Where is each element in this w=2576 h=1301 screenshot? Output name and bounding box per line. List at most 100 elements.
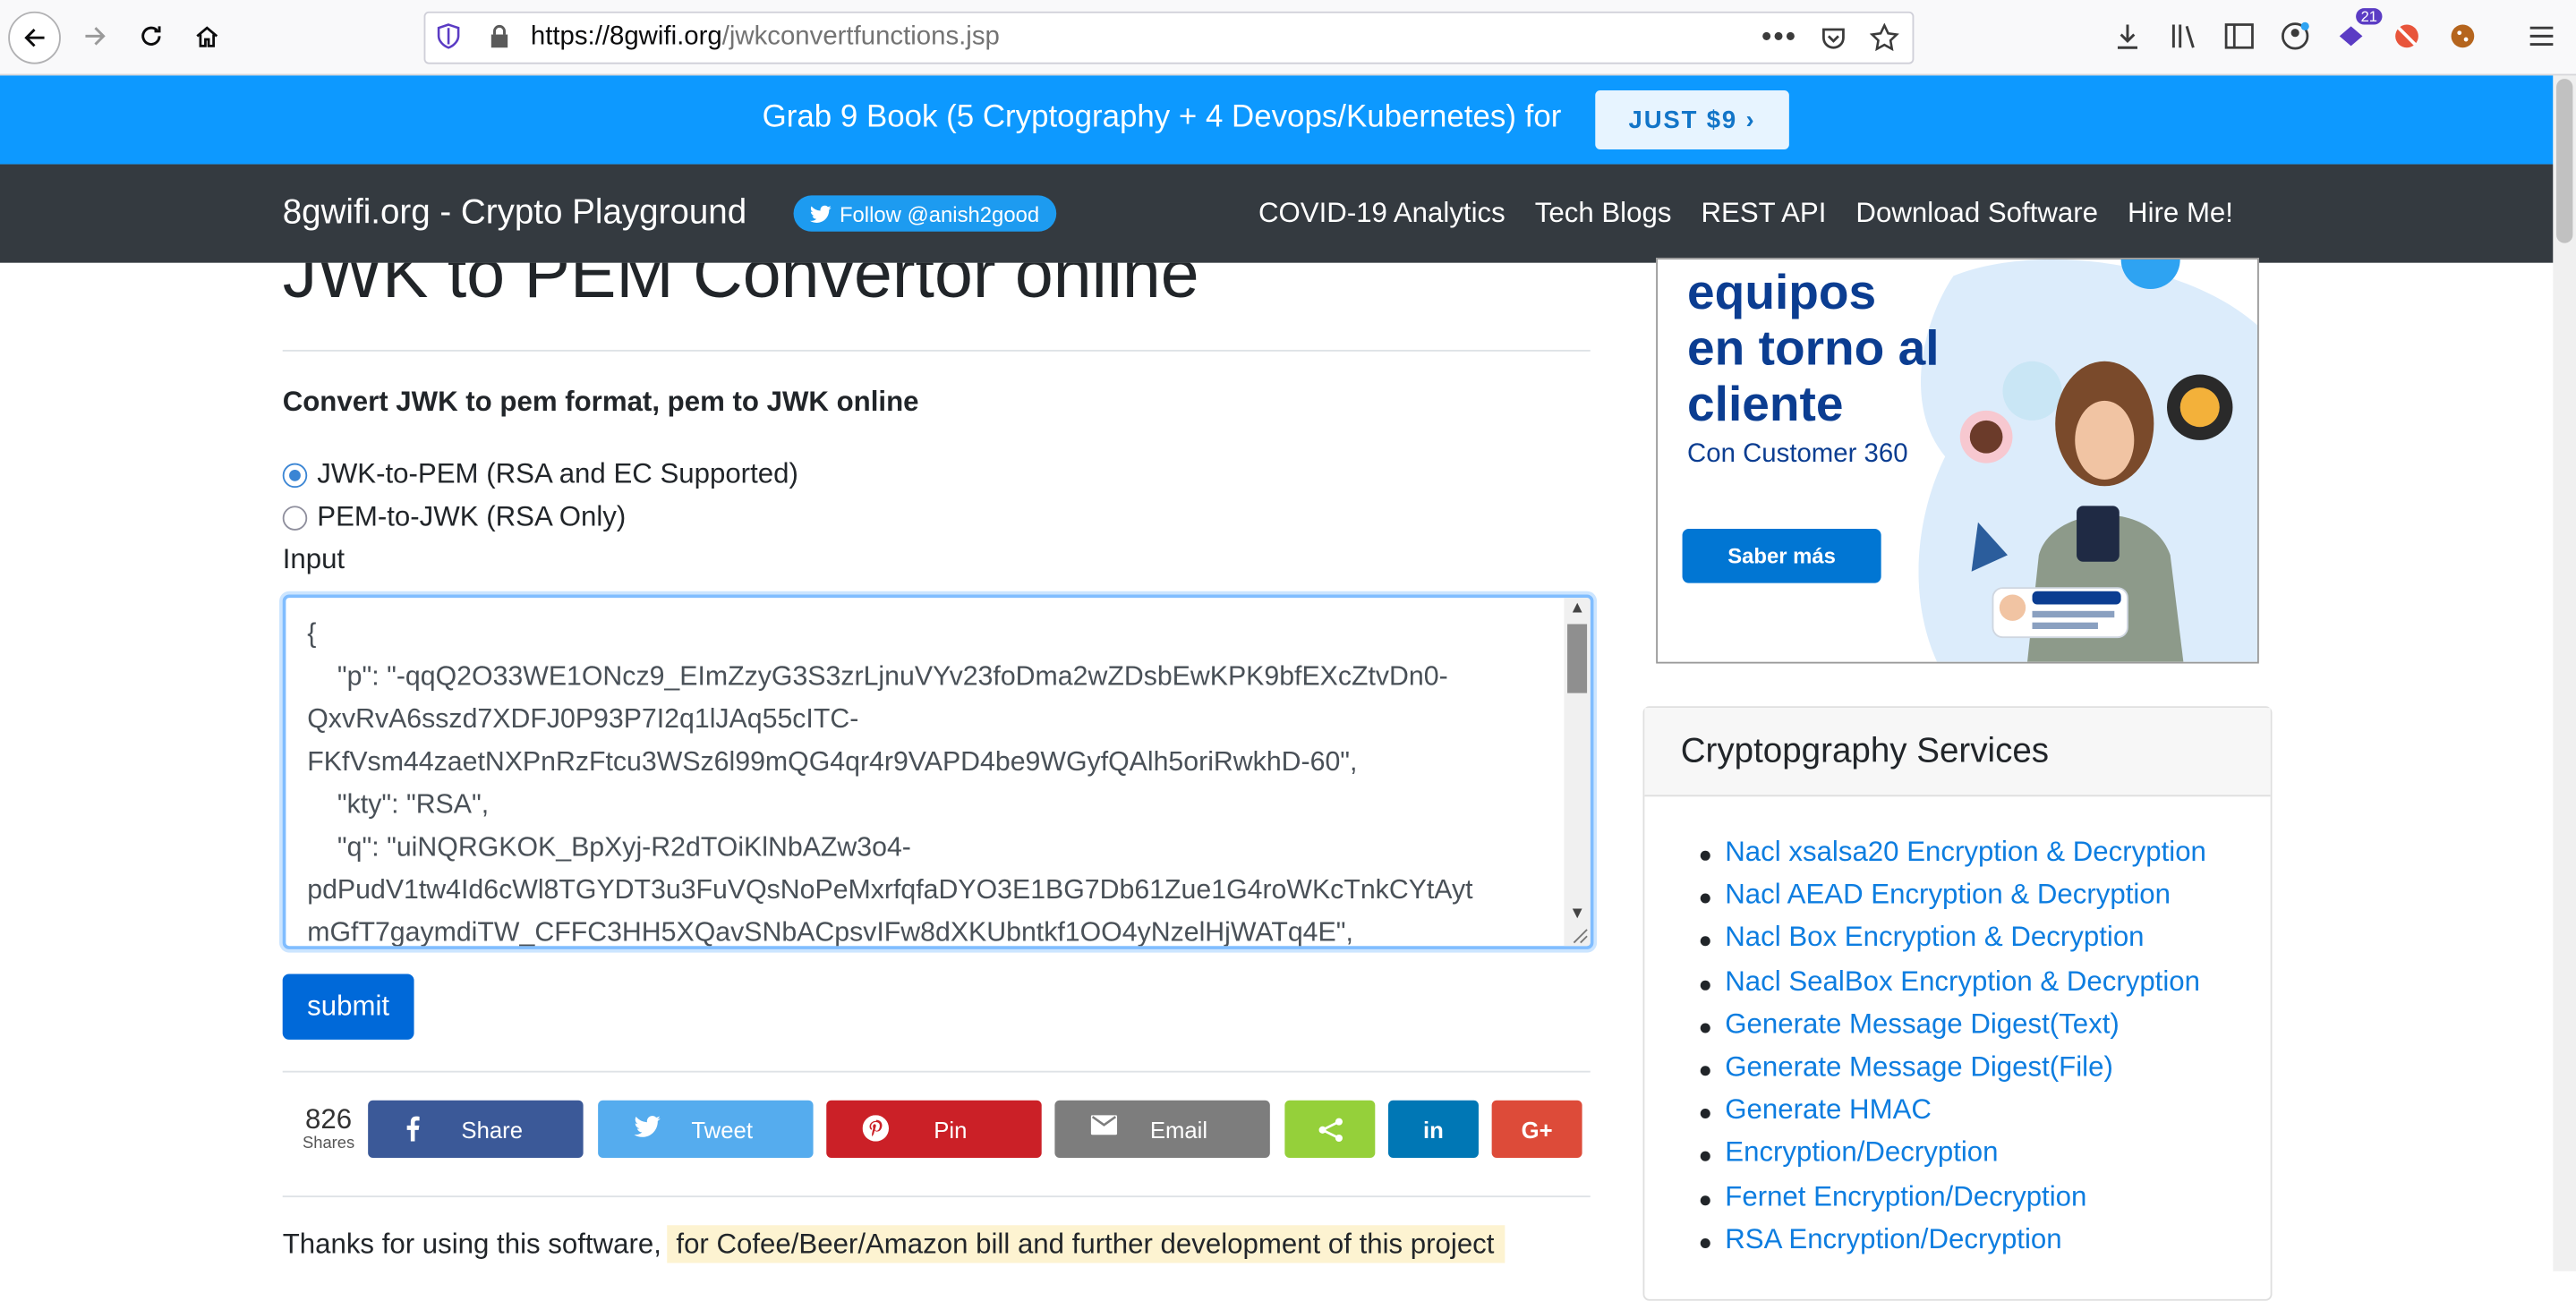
- tracking-shield-icon[interactable]: [435, 23, 461, 49]
- twitter-follow-button[interactable]: Follow @anish2good: [793, 195, 1056, 232]
- linkedin-icon: in: [1423, 1116, 1444, 1143]
- input-label: Input: [282, 543, 345, 575]
- share-label: Share: [461, 1116, 524, 1143]
- pinterest-share-button[interactable]: Pin: [826, 1100, 1042, 1159]
- home-button[interactable]: [181, 10, 234, 63]
- service-link[interactable]: Generate Message Digest(File): [1695, 1051, 2206, 1094]
- googleplus-icon: G+: [1521, 1116, 1553, 1143]
- thanks-text: Thanks for using this software, for Cofee…: [282, 1225, 1505, 1263]
- thanks-label: Thanks for using this software,: [282, 1228, 661, 1260]
- sharethis-button[interactable]: [1284, 1100, 1376, 1159]
- option-label: PEM-to-JWK (RSA Only): [317, 500, 627, 532]
- site-navbar: 8gwifi.org - Crypto Playground Follow @a…: [0, 164, 2554, 263]
- divider: [282, 1195, 1591, 1198]
- services-list: Nacl xsalsa20 Encryption & Decryption Na…: [1695, 836, 2206, 1266]
- sidebar-toggle-icon[interactable]: [2218, 15, 2261, 58]
- promo-banner: Grab 9 Book (5 Cryptography + 4 Devops/K…: [0, 75, 2554, 165]
- advertisement[interactable]: equipos en torno al cliente Con Customer…: [1656, 258, 2259, 664]
- service-link[interactable]: Nacl xsalsa20 Encryption & Decryption: [1695, 836, 2206, 879]
- option-label: JWK-to-PEM (RSA and EC Supported): [317, 458, 798, 489]
- resize-grip-icon[interactable]: [1569, 924, 1589, 944]
- extension-badge: 21: [2356, 8, 2383, 25]
- service-link[interactable]: Generate Message Digest(Text): [1695, 1008, 2206, 1051]
- site-brand[interactable]: 8gwifi.org - Crypto Playground: [283, 194, 746, 234]
- reload-icon: [141, 26, 161, 46]
- share-count-number: 826: [305, 1103, 353, 1135]
- scroll-down-arrow-icon[interactable]: ▼: [1569, 905, 1585, 923]
- services-card-title: Cryptopgraphy Services: [1680, 732, 2050, 770]
- back-arrow-icon: [24, 29, 45, 47]
- service-link[interactable]: Nacl SealBox Encryption & Decryption: [1695, 965, 2206, 1008]
- nav-link-tech-blogs[interactable]: Tech Blogs: [1535, 197, 1672, 230]
- lock-icon[interactable]: [488, 23, 511, 49]
- share-label: Pin: [934, 1116, 968, 1143]
- promo-button[interactable]: JUST $9 ›: [1595, 89, 1789, 150]
- page-scrollbar[interactable]: [2553, 75, 2576, 1271]
- ad-subline: Con Customer 360: [1687, 439, 1908, 469]
- option-pem-to-jwk[interactable]: PEM-to-JWK (RSA Only): [282, 500, 627, 534]
- twitter-share-button[interactable]: Tweet: [598, 1100, 814, 1159]
- url-bar[interactable]: https://8gwifi.org/jwkconvertfunctions.j…: [423, 11, 1915, 64]
- page-scroll-thumb[interactable]: [2556, 79, 2573, 243]
- back-button[interactable]: [8, 11, 61, 64]
- service-link[interactable]: RSA Encryption/Decryption: [1695, 1223, 2206, 1266]
- nav-link-hire-me[interactable]: Hire Me!: [2128, 197, 2233, 230]
- textarea-scrollbar[interactable]: ▲ ▼: [1564, 598, 1591, 947]
- divider: [282, 1070, 1591, 1073]
- radio-pem-to-jwk[interactable]: [282, 505, 308, 530]
- forward-arrow-icon: [85, 27, 106, 46]
- service-link[interactable]: Nacl Box Encryption & Decryption: [1695, 922, 2206, 965]
- extension-icon[interactable]: 21: [2330, 8, 2383, 58]
- service-link[interactable]: Fernet Encryption/Decryption: [1695, 1180, 2206, 1223]
- menu-icon[interactable]: [2521, 15, 2563, 58]
- input-line: "p": "-qqQ2O33WE1ONcz9_EImZzyG3S3zrLjnuV…: [307, 661, 1448, 692]
- email-share-button[interactable]: Email: [1054, 1100, 1270, 1159]
- nav-link-download-software[interactable]: Download Software: [1855, 197, 2098, 230]
- reload-button[interactable]: [124, 10, 177, 63]
- promo-text: Grab 9 Book (5 Cryptography + 4 Devops/K…: [762, 99, 1562, 135]
- donation-highlight[interactable]: for Cofee/Beer/Amazon bill and further d…: [666, 1225, 1505, 1263]
- scroll-up-arrow-icon[interactable]: ▲: [1569, 599, 1585, 617]
- ad-cta-button[interactable]: Saber más: [1682, 529, 1881, 583]
- page-actions-icon[interactable]: •••: [1761, 20, 1797, 55]
- nav-link-rest-api[interactable]: REST API: [1701, 197, 1826, 230]
- service-link[interactable]: Generate HMAC: [1695, 1094, 2206, 1137]
- twitter-follow-label: Follow @anish2good: [839, 200, 1040, 226]
- browser-toolbar: https://8gwifi.org/jwkconvertfunctions.j…: [0, 0, 2576, 76]
- radio-jwk-to-pem[interactable]: [282, 462, 308, 488]
- twitter-icon: [634, 1116, 661, 1137]
- facebook-icon: [406, 1116, 420, 1142]
- facebook-share-button[interactable]: Share: [368, 1100, 584, 1159]
- home-icon: [196, 26, 218, 47]
- ad-headline-line: cliente: [1687, 378, 1844, 432]
- share-label: Email: [1149, 1116, 1208, 1143]
- blocker-extension-icon[interactable]: [2385, 15, 2428, 58]
- input-line: QxvRvA6sszd7XDFJ0P93P7I2q1lJAq55cITC-: [307, 704, 859, 735]
- account-icon[interactable]: [2273, 15, 2316, 58]
- ad-headline-line: en torno al: [1687, 321, 1940, 377]
- bookmark-star-icon[interactable]: [1869, 21, 1899, 52]
- ad-headline-line: equipos: [1687, 266, 1877, 320]
- service-link[interactable]: Encryption/Decryption: [1695, 1137, 2206, 1180]
- input-line: FKfVsm44zaetNXPnRzFtcu3WSz6l99mQG4qr4r9V…: [307, 747, 1358, 778]
- share-count: 826 Shares: [295, 1103, 361, 1152]
- jwk-input-textarea[interactable]: { "p": "-qqQ2O33WE1ONcz9_EImZzyG3S3zrLjn…: [282, 594, 1594, 949]
- downloads-icon[interactable]: [2106, 15, 2149, 58]
- service-link[interactable]: Nacl AEAD Encryption & Decryption: [1695, 879, 2206, 922]
- input-line: mGfT7gaymdiTW_CFFC3HH5XQavSNbACpsvIFw8dX…: [307, 918, 1353, 948]
- email-icon: [1090, 1115, 1118, 1135]
- submit-button[interactable]: submit: [282, 974, 414, 1040]
- page-subheading: Convert JWK to pem format, pem to JWK on…: [282, 386, 919, 418]
- cookie-extension-icon[interactable]: [2442, 15, 2485, 58]
- textarea-content: { "p": "-qqQ2O33WE1ONcz9_EImZzyG3S3zrLjn…: [307, 613, 1556, 948]
- forward-button[interactable]: [69, 10, 122, 63]
- input-line: "kty": "RSA",: [307, 789, 490, 820]
- option-jwk-to-pem[interactable]: JWK-to-PEM (RSA and EC Supported): [282, 458, 798, 491]
- textarea-scroll-thumb[interactable]: [1567, 624, 1588, 693]
- linkedin-share-button[interactable]: in: [1387, 1100, 1479, 1159]
- library-icon[interactable]: [2162, 15, 2205, 58]
- pocket-icon[interactable]: [1821, 24, 1847, 50]
- googleplus-share-button[interactable]: G+: [1491, 1100, 1582, 1159]
- nav-link-covid-analytics[interactable]: COVID-19 Analytics: [1258, 197, 1506, 230]
- sharethis-icon: [1318, 1117, 1343, 1142]
